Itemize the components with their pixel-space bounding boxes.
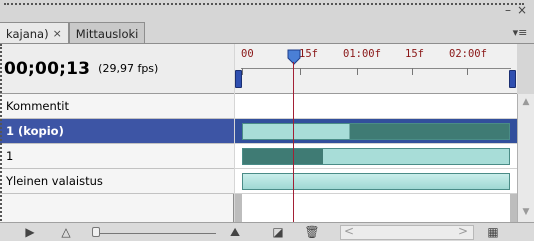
- tab-close-icon[interactable]: ×: [53, 27, 62, 40]
- trash-icon[interactable]: 🗑: [304, 225, 320, 240]
- track-yleinen-valaistus[interactable]: [235, 169, 517, 194]
- timecode-value[interactable]: 00;00;13: [4, 59, 90, 79]
- layer-row-kommentit[interactable]: Kommentit: [0, 94, 234, 119]
- layer-list: 00;00;13 (29,97 fps) Kommentit 1 (kopio)…: [0, 44, 234, 222]
- ruler-tick: [467, 68, 468, 75]
- ruler-tick: [412, 68, 413, 75]
- panel-menu-icon[interactable]: ▾≡: [511, 26, 529, 40]
- drag-grip[interactable]: [4, 3, 524, 5]
- layer-row-yleinen-valaistus[interactable]: Yleinen valaistus: [0, 169, 234, 194]
- tab-timeline[interactable]: kajana) ×: [0, 22, 69, 44]
- layer-row-1[interactable]: 1: [0, 144, 234, 169]
- ruler-label: 01:00f: [343, 48, 381, 60]
- clip-bar[interactable]: [242, 123, 510, 140]
- play-icon[interactable]: ▶: [22, 225, 38, 240]
- layer-name: 1 (kopio): [6, 124, 64, 138]
- vertical-scrollbar[interactable]: ▲ ▼: [517, 94, 534, 222]
- ruler-tick: [242, 68, 243, 75]
- layer-name: 1: [6, 149, 14, 163]
- tab-label: kajana): [6, 26, 49, 41]
- tab-label: Mittausloki: [75, 26, 139, 41]
- panel-tabs: kajana) × Mittausloki: [0, 22, 146, 44]
- layer-name: Kommentit: [6, 99, 69, 113]
- timeline-panel: – × kajana) × Mittausloki ▾≡ 00;00;13 (2…: [0, 0, 534, 241]
- minimize-icon[interactable]: –: [502, 3, 514, 17]
- ruler-label: 02:00f: [449, 48, 487, 60]
- panel-title-strip[interactable]: – ×: [0, 0, 534, 22]
- zoom-in-icon[interactable]: ⛰: [226, 225, 244, 240]
- track-kommentit[interactable]: [235, 94, 517, 119]
- scroll-right-icon[interactable]: >: [457, 224, 469, 239]
- ruler-label: 15f: [299, 48, 318, 60]
- work-area-end-handle[interactable]: [509, 70, 516, 88]
- timeline-area[interactable]: 00 15f 01:00f 15f 02:00f: [235, 44, 517, 222]
- left-grip: [0, 44, 3, 241]
- layer-name: Yleinen valaistus: [6, 174, 103, 188]
- ruler-tick: [357, 68, 358, 75]
- playhead-handle-icon[interactable]: [287, 49, 301, 65]
- scroll-down-icon[interactable]: ▼: [520, 206, 532, 218]
- scroll-up-icon[interactable]: ▲: [520, 96, 532, 108]
- track-1-kopio[interactable]: [235, 119, 517, 144]
- work-area-start-handle[interactable]: [235, 70, 242, 88]
- ruler-label: 00: [241, 48, 254, 60]
- frames-icon[interactable]: ▦: [482, 225, 504, 240]
- track-1[interactable]: [235, 144, 517, 169]
- window-controls: – ×: [502, 3, 528, 17]
- playhead-line[interactable]: [293, 62, 294, 222]
- time-ruler[interactable]: 00 15f 01:00f 15f 02:00f: [235, 44, 517, 94]
- clip-bar[interactable]: [242, 148, 510, 165]
- zoom-slider-thumb[interactable]: [92, 227, 100, 237]
- layer-row-1-kopio[interactable]: 1 (kopio): [0, 119, 234, 144]
- zoom-slider-track[interactable]: [96, 233, 216, 234]
- current-time-display[interactable]: 00;00;13 (29,97 fps): [0, 44, 234, 94]
- new-layer-icon[interactable]: ◪: [270, 225, 286, 240]
- bottom-toolbar: ▶ △ ⛰ ◪ 🗑 < > ▦: [0, 222, 534, 241]
- ruler-label: 15f: [405, 48, 424, 60]
- close-icon[interactable]: ×: [516, 3, 528, 17]
- ruler-line: [241, 68, 511, 69]
- clip-bar[interactable]: [242, 173, 510, 190]
- horizontal-scrollbar[interactable]: < >: [340, 224, 474, 240]
- zoom-out-icon[interactable]: △: [58, 225, 74, 240]
- scroll-left-icon[interactable]: <: [343, 224, 355, 239]
- tab-mittausloki[interactable]: Mittausloki: [68, 22, 146, 44]
- fps-label: (29,97 fps): [98, 62, 159, 75]
- ruler-tick: [300, 68, 301, 75]
